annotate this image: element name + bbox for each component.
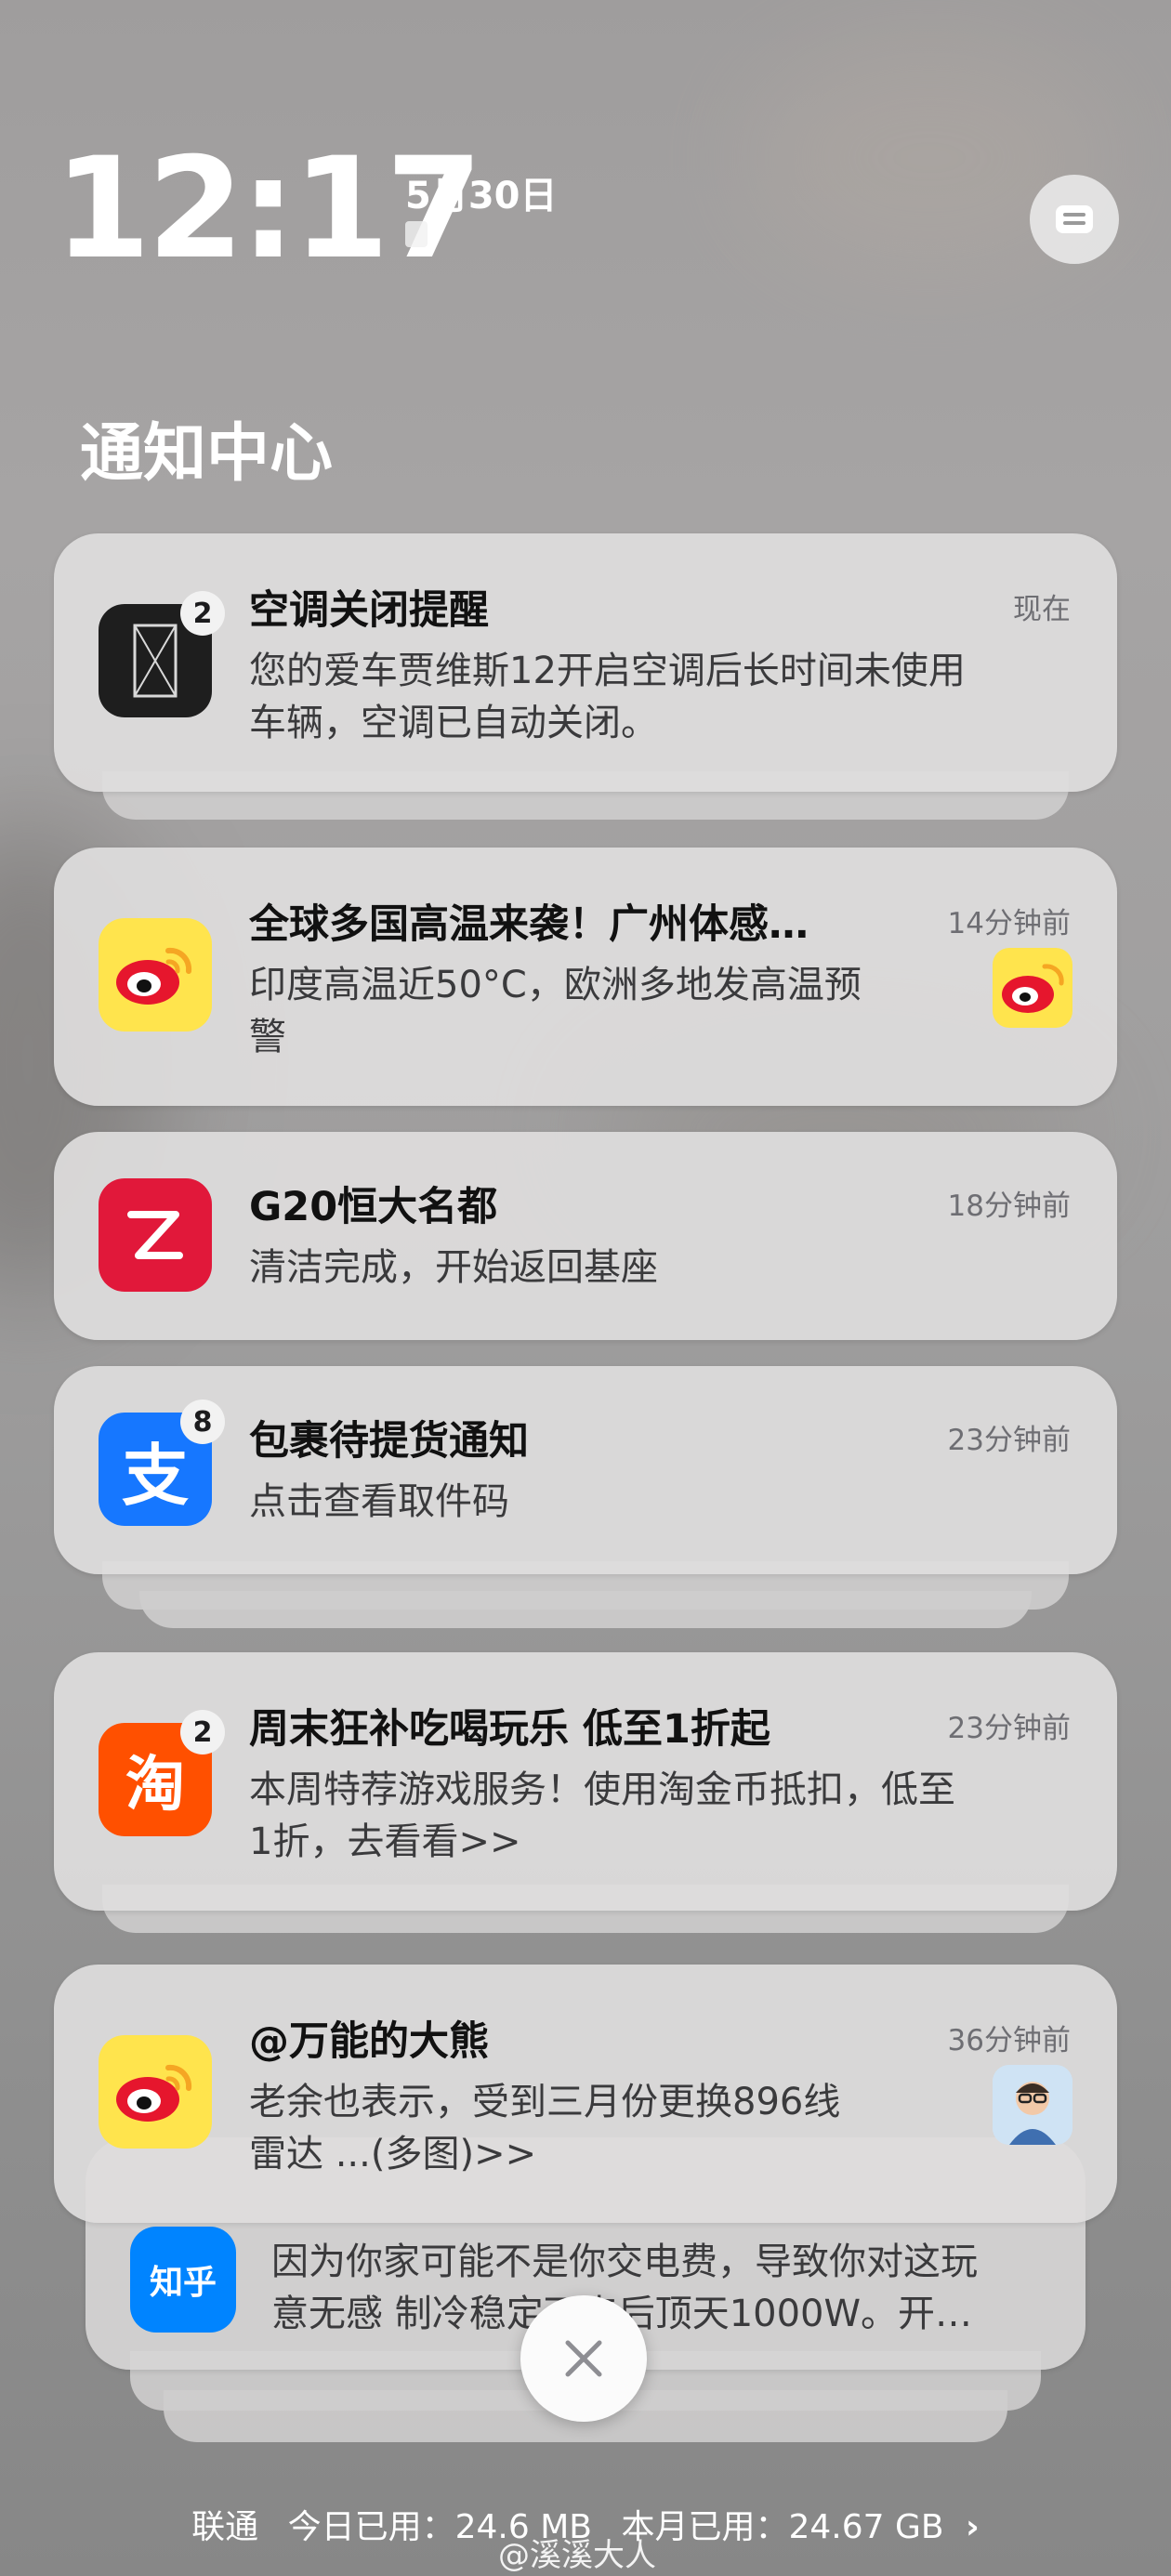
notification-title: @万能的大熊 — [249, 2018, 489, 2065]
message-icon — [1056, 205, 1093, 233]
notification-body: 老余也表示，受到三月份更换896线 雷达 ...(多图)>> — [249, 2081, 841, 2175]
taobao-icon: 淘 2 — [99, 1710, 225, 1836]
notification-card[interactable]: G20恒大名都 18分钟前 清洁完成，开始返回基座 — [54, 1132, 1117, 1340]
today-usage-label: 今日已用： — [287, 2508, 455, 2546]
weibo-thumbnail — [993, 948, 1072, 1028]
carrier-name: 联通 — [191, 2508, 259, 2546]
notification-card[interactable]: @万能的大熊 36分钟前 老余也表示，受到三月份更换896线 雷达 ...(多图… — [54, 1965, 1117, 2223]
notification-title: 空调关闭提醒 — [249, 587, 489, 634]
notification-count-badge: 2 — [180, 591, 225, 636]
avatar — [993, 2065, 1072, 2145]
weibo-icon — [99, 2035, 212, 2149]
notification-center-title: 通知中心 — [80, 417, 334, 491]
notification-card[interactable]: 全球多国高温来袭！广州体感… 14分钟前 印度高温近50°C，欧洲多地发高温预 … — [54, 848, 1117, 1106]
notification-title: 周末狂补吃喝玩乐 低至1折起 — [249, 1706, 770, 1753]
notification-body: 点击查看取件码 — [249, 1480, 509, 1523]
notification-card[interactable]: 支 8 包裹待提货通知 23分钟前 点击查看取件码 — [54, 1366, 1117, 1574]
notification-time: 现在 — [1013, 593, 1071, 626]
clear-all-button[interactable] — [520, 2295, 647, 2422]
notification-body: 您的爱车贾维斯12开启空调后长时间未使用 车辆，空调已自动关闭。 — [249, 650, 966, 744]
notification-body: 印度高温近50°C，欧洲多地发高温预 警 — [249, 964, 862, 1058]
weibo-icon — [99, 918, 212, 1032]
notification-card[interactable]: 淘 2 周末狂补吃喝玩乐 低至1折起 23分钟前 本周特荐游戏服务！使用淘金币抵… — [54, 1652, 1117, 1911]
notification-card[interactable]: 2 空调关闭提醒 现在 您的爱车贾维斯12开启空调后长时间未使用 车辆，空调已自… — [54, 533, 1117, 792]
notification-body: 清洁完成，开始返回基座 — [249, 1246, 658, 1289]
close-icon — [565, 2340, 602, 2377]
notification-manage-button[interactable] — [1030, 175, 1119, 264]
chevron-right-icon: › — [966, 2508, 980, 2546]
notification-title: G20恒大名都 — [249, 1184, 498, 1230]
notification-title: 包裹待提货通知 — [249, 1418, 529, 1465]
notification-count-badge: 2 — [180, 1710, 225, 1755]
month-usage-value: 24.67 GB — [788, 2508, 944, 2546]
zhihu-icon: 知乎 — [130, 2227, 236, 2333]
weather-icon — [405, 221, 428, 247]
notification-count-badge: 8 — [180, 1400, 225, 1444]
notification-body: 本周特荐游戏服务！使用淘金币抵扣，低至 1折，去看看>> — [249, 1768, 955, 1863]
notification-title: 全球多国高温来袭！广州体感… — [249, 901, 809, 948]
alipay-icon: 支 8 — [99, 1400, 225, 1526]
notification-time: 23分钟前 — [947, 1424, 1071, 1457]
notification-time: 36分钟前 — [947, 2024, 1071, 2057]
jiawei-app-icon: 2 — [99, 591, 225, 717]
notification-time: 14分钟前 — [947, 907, 1071, 940]
roborock-icon — [99, 1178, 212, 1292]
notification-time: 23分钟前 — [947, 1712, 1071, 1745]
watermark: @溪溪大人 — [498, 2537, 656, 2574]
notification-time: 18分钟前 — [947, 1189, 1071, 1223]
lockscreen-date: 5月30日 — [405, 175, 558, 217]
